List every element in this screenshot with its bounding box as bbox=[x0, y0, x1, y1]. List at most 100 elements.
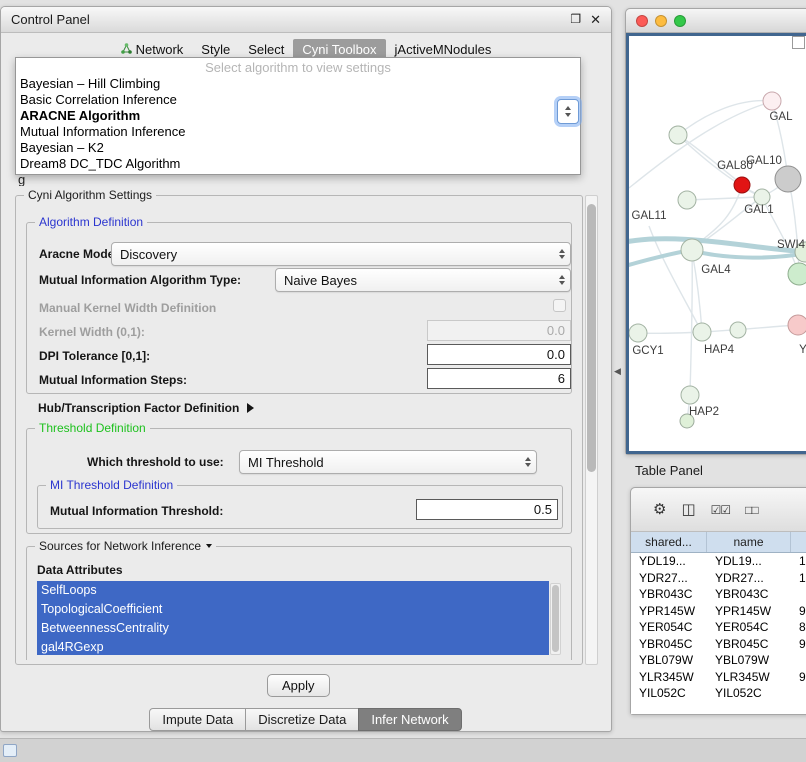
network-node[interactable] bbox=[678, 191, 696, 209]
algorithm-menu-item[interactable]: Mutual Information Inference bbox=[16, 124, 580, 140]
table-cell: YPR145W bbox=[631, 604, 707, 618]
network-window-titlebar[interactable] bbox=[626, 9, 806, 33]
network-node[interactable] bbox=[669, 126, 687, 144]
apply-button[interactable]: Apply bbox=[267, 674, 330, 697]
table-row[interactable]: YPR145WYPR145W9. bbox=[631, 603, 806, 620]
zoom-traffic-icon[interactable] bbox=[674, 15, 686, 27]
panel-collapse-arrow-icon[interactable]: ◀ bbox=[614, 366, 621, 377]
combo-stepper-icon bbox=[559, 275, 570, 285]
mi-steps-field[interactable]: 6 bbox=[427, 368, 571, 389]
network-node[interactable] bbox=[754, 189, 770, 205]
network-node[interactable] bbox=[681, 386, 699, 404]
table-row[interactable]: YER054CYER054C8. bbox=[631, 619, 806, 636]
settings-scrollbar[interactable] bbox=[585, 195, 598, 665]
minimized-window-icon[interactable] bbox=[3, 744, 17, 757]
algorithm-combobox-stepper[interactable] bbox=[557, 99, 579, 124]
threshold-definition-title: Threshold Definition bbox=[35, 421, 150, 435]
network-node[interactable] bbox=[681, 239, 703, 261]
float-window-icon[interactable]: ❐ bbox=[570, 12, 581, 28]
gear-icon[interactable]: ⚙ bbox=[653, 502, 666, 517]
scrollbar-thumb[interactable] bbox=[552, 585, 559, 652]
aracne-mode-select[interactable]: Discovery bbox=[111, 242, 571, 266]
algorithm-menu-item[interactable]: Bayesian – Hill Climbing bbox=[16, 76, 580, 92]
table-cell: 9. bbox=[791, 604, 806, 618]
select-columns-unchecked-icon[interactable]: □□ bbox=[745, 504, 758, 516]
algorithm-menu-item[interactable]: Dream8 DC_TDC Algorithm bbox=[16, 156, 580, 172]
table-row[interactable]: YBR043CYBR043C bbox=[631, 586, 806, 603]
bottom-tab-impute-data[interactable]: Impute Data bbox=[149, 708, 246, 731]
table-row[interactable]: YBR045CYBR045C9. bbox=[631, 636, 806, 653]
network-node[interactable] bbox=[693, 323, 711, 341]
aracne-mode-value: Discovery bbox=[120, 247, 177, 262]
network-node[interactable] bbox=[775, 166, 801, 192]
desktop: Control Panel ❐ ✕ NetworkStyleSelectCyni… bbox=[0, 0, 806, 762]
table-cell: YER054C bbox=[707, 620, 791, 634]
minimize-traffic-icon[interactable] bbox=[655, 15, 667, 27]
network-edge[interactable] bbox=[690, 251, 692, 394]
network-node[interactable] bbox=[788, 263, 806, 285]
table-cell: YBL079W bbox=[707, 653, 791, 667]
attribute-list-scrollbar[interactable] bbox=[550, 583, 561, 655]
tab-label: Select bbox=[248, 42, 284, 57]
attribute-list[interactable]: SelfLoopsTopologicalCoefficientBetweenne… bbox=[37, 581, 549, 655]
table-cell: YBR045C bbox=[707, 637, 791, 651]
column-header[interactable] bbox=[791, 532, 806, 552]
table-cell: 13 bbox=[791, 554, 806, 568]
network-node[interactable] bbox=[788, 315, 806, 335]
table-cell: YLR345W bbox=[631, 670, 707, 684]
mi-threshold-definition-group: MI Threshold Definition Mutual Informati… bbox=[37, 485, 563, 529]
attribute-list-item[interactable]: SelfLoops bbox=[37, 581, 549, 600]
close-window-icon[interactable]: ✕ bbox=[590, 12, 601, 28]
algorithm-menu-item[interactable]: Bayesian – K2 bbox=[16, 140, 580, 156]
scrollbar-thumb[interactable] bbox=[587, 204, 596, 472]
attribute-list-item[interactable]: TopologicalCoefficient bbox=[37, 600, 549, 619]
column-header[interactable]: name bbox=[707, 532, 791, 552]
close-traffic-icon[interactable] bbox=[636, 15, 648, 27]
which-threshold-value: MI Threshold bbox=[248, 455, 324, 470]
node-label: GAL11 bbox=[632, 210, 667, 222]
bottom-tab-discretize-data[interactable]: Discretize Data bbox=[245, 708, 359, 731]
sources-group-title[interactable]: Sources for Network Inference bbox=[35, 539, 216, 553]
network-edge[interactable] bbox=[629, 102, 771, 188]
table-row[interactable]: YDR27...YDR27...12 bbox=[631, 570, 806, 587]
table-cell: 12 bbox=[791, 571, 806, 585]
combo-stepper-icon bbox=[559, 249, 570, 259]
network-node[interactable] bbox=[730, 322, 746, 338]
table-row[interactable]: YIL052CYIL052C bbox=[631, 685, 806, 702]
network-canvas[interactable]: GAL80GAL10GAL11GAL1SWI4GAL4GCY1HAP4HAP2G… bbox=[626, 33, 806, 454]
network-node[interactable] bbox=[734, 177, 750, 193]
network-edge[interactable] bbox=[692, 251, 702, 331]
attribute-list-item[interactable]: gal4RGexp bbox=[37, 638, 549, 655]
mi-threshold-field[interactable]: 0.5 bbox=[416, 499, 558, 520]
algorithm-menu-item[interactable]: ARACNE Algorithm bbox=[16, 108, 580, 124]
algorithm-dropdown-menu: Select algorithm to view settings Bayesi… bbox=[15, 57, 581, 175]
sources-group: Sources for Network Inference Data Attri… bbox=[26, 546, 572, 660]
control-panel-titlebar[interactable]: Control Panel ❐ ✕ bbox=[1, 7, 611, 33]
column-browser-icon[interactable]: ◫ bbox=[681, 502, 695, 517]
table-row[interactable]: YLR345WYLR345W9. bbox=[631, 669, 806, 686]
algorithm-menu-item[interactable]: Basic Correlation Inference bbox=[16, 92, 580, 108]
bottom-tab-infer-network[interactable]: Infer Network bbox=[358, 708, 461, 731]
manual-kernel-width-label: Manual Kernel Width Definition bbox=[39, 301, 216, 315]
table-cell: YIL052C bbox=[631, 686, 707, 700]
dpi-tolerance-label: DPI Tolerance [0,1]: bbox=[39, 349, 150, 363]
network-edge[interactable] bbox=[703, 325, 797, 332]
which-threshold-select[interactable]: MI Threshold bbox=[239, 450, 537, 474]
mi-algorithm-type-select[interactable]: Naive Bayes bbox=[275, 268, 571, 292]
select-columns-checked-icon[interactable]: ☑☑ bbox=[711, 504, 731, 516]
network-node[interactable] bbox=[629, 324, 647, 342]
network-node[interactable] bbox=[763, 92, 781, 110]
table-row[interactable]: YDL19...YDL19...13 bbox=[631, 553, 806, 570]
column-header[interactable]: shared... bbox=[631, 532, 707, 552]
table-cell: YDL19... bbox=[631, 554, 707, 568]
collapse-arrow-icon bbox=[206, 544, 212, 548]
table-row[interactable]: YBL079WYBL079W bbox=[631, 652, 806, 669]
which-threshold-label: Which threshold to use: bbox=[87, 455, 224, 469]
attribute-list-item[interactable]: BetweennessCentrality bbox=[37, 619, 549, 638]
hub-definition-toggle[interactable]: Hub/Transcription Factor Definition bbox=[38, 401, 254, 415]
table-cell: YLR345W bbox=[707, 670, 791, 684]
network-edge[interactable] bbox=[687, 197, 759, 200]
control-panel-title: Control Panel bbox=[11, 12, 90, 27]
hub-definition-label: Hub/Transcription Factor Definition bbox=[38, 401, 239, 415]
dpi-tolerance-field[interactable]: 0.0 bbox=[427, 344, 571, 365]
